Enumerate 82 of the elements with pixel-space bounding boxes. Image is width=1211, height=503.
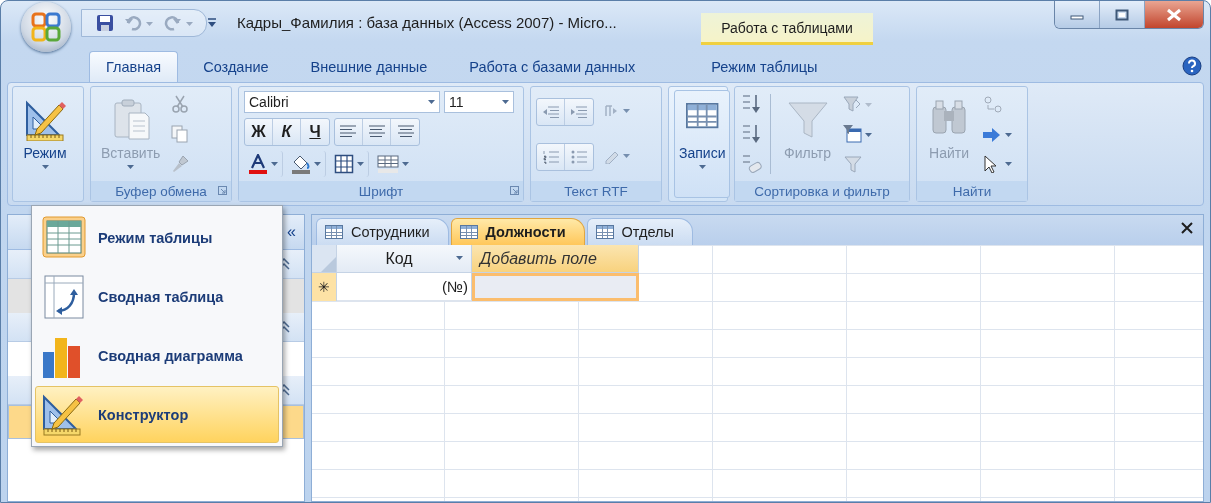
caret-icon — [623, 153, 630, 158]
advanced-filter-icon[interactable] — [842, 124, 873, 144]
save-icon[interactable] — [96, 13, 114, 32]
numbered-list-icon[interactable] — [541, 148, 560, 165]
menu-item[interactable]: Сводная диаграмма — [35, 327, 279, 384]
customize-toolbar-icon[interactable] — [207, 17, 217, 28]
bold-button[interactable]: Ж — [245, 119, 273, 145]
ribbon-tab[interactable]: Работа с базами данных — [452, 51, 653, 82]
scissors-icon[interactable] — [171, 95, 190, 113]
cursor-icon[interactable] — [982, 155, 1012, 173]
table-rows-icon — [377, 153, 399, 174]
caret-icon — [428, 100, 435, 105]
table-icon — [595, 225, 614, 239]
ribbon-tab[interactable]: Главная — [89, 51, 179, 82]
align-left-icon[interactable] — [339, 125, 358, 139]
dialog-launcher-icon[interactable] — [218, 186, 227, 195]
grid-icon — [334, 153, 354, 174]
menu-item[interactable]: Режим таблицы — [35, 209, 279, 266]
add-field-header[interactable]: Добавить поле — [472, 245, 639, 273]
group-label: Шрифт — [239, 181, 523, 201]
caret-icon — [127, 165, 135, 169]
underline-button[interactable]: Ч — [301, 119, 329, 145]
font-size-value: 11 — [449, 94, 464, 111]
font-size-field[interactable]: 11 — [444, 91, 514, 114]
redo-icon[interactable] — [164, 14, 194, 31]
caret-icon — [456, 256, 463, 260]
caret-icon — [314, 161, 321, 166]
sort-descending-icon[interactable] — [740, 123, 762, 145]
contextual-tab-label: Работа с таблицами — [701, 13, 873, 45]
caret-icon — [502, 100, 509, 105]
document-tab[interactable]: Должности — [450, 218, 585, 245]
ribbon-tab[interactable]: Создание — [186, 51, 286, 82]
corner-triangle-icon — [320, 256, 336, 272]
paint-bucket-icon — [291, 153, 311, 174]
maximize-button[interactable] — [1100, 1, 1145, 28]
column-header[interactable]: Код — [337, 245, 472, 273]
ribbon-tab[interactable]: Внешние данные — [293, 51, 445, 82]
document-tab[interactable]: Отделы — [586, 218, 693, 245]
table-icon — [459, 225, 478, 239]
view-button[interactable]: Режим — [18, 90, 72, 198]
caret-icon — [357, 161, 364, 166]
menu-item[interactable]: Сводная таблица — [35, 268, 279, 325]
caret-icon — [698, 165, 706, 169]
table-cell: (№) — [337, 273, 472, 301]
caret-icon — [271, 161, 278, 166]
office-logo-icon — [31, 11, 61, 42]
go-to-arrow-icon[interactable] — [982, 127, 1012, 143]
undo-icon[interactable] — [124, 14, 154, 31]
group-label: Текст RTF — [531, 181, 661, 201]
caret-icon — [623, 108, 630, 113]
help-icon[interactable] — [1182, 56, 1202, 76]
caret-icon — [402, 161, 409, 166]
bulleted-list-icon[interactable] — [570, 148, 588, 165]
increase-indent-icon[interactable] — [570, 103, 588, 120]
window-title: Кадры_Фамилия : база данных (Access 2007) - Micro... — [237, 14, 617, 31]
table-icon — [325, 225, 343, 239]
group-label: Найти — [917, 181, 1027, 201]
italic-button[interactable]: К — [273, 119, 301, 145]
table-cell[interactable] — [472, 273, 639, 301]
close-button[interactable] — [1145, 1, 1203, 28]
caret-icon — [41, 165, 49, 169]
font-name-value: Calibri — [249, 94, 289, 111]
close-icon — [1166, 7, 1182, 22]
collapse-pane-button[interactable]: « — [285, 223, 298, 241]
align-center-icon[interactable] — [367, 125, 386, 139]
align-right-icon[interactable] — [396, 125, 414, 139]
maximize-icon — [1115, 8, 1129, 21]
font-name-field[interactable]: Calibri — [244, 91, 440, 114]
new-record-marker: ✳ — [312, 273, 337, 301]
group-label: Сортировка и фильтр — [735, 181, 909, 201]
sort-ascending-icon[interactable] — [740, 93, 762, 115]
ribbon-tab[interactable]: Режим таблицы — [694, 51, 835, 82]
paintbrush-icon[interactable] — [171, 155, 190, 173]
document-tab[interactable]: Сотрудники — [316, 218, 449, 245]
close-icon[interactable] — [1181, 222, 1193, 234]
dialog-launcher-icon[interactable] — [510, 186, 519, 195]
records-button[interactable]: Записи — [674, 90, 731, 198]
office-button[interactable] — [21, 1, 71, 52]
group-label: Буфер обмена — [91, 181, 231, 201]
menu-item[interactable]: Конструктор — [35, 386, 279, 443]
decrease-indent-icon[interactable] — [541, 103, 560, 120]
font-color-icon — [248, 153, 268, 174]
